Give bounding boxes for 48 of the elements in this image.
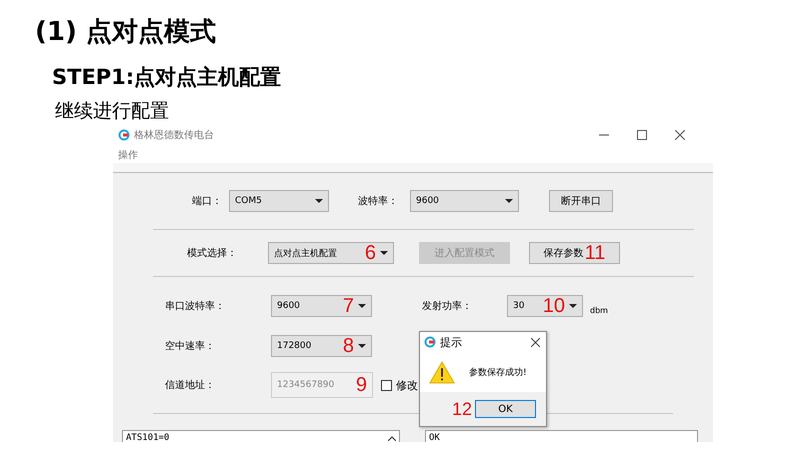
annotation-number: 12 <box>452 399 472 419</box>
field-label: 端口： <box>192 194 223 208</box>
field-label: 信道地址： <box>165 378 216 392</box>
form-button[interactable]: 断开串口 <box>549 190 613 212</box>
close-icon[interactable] <box>531 338 540 346</box>
caret-icon <box>505 199 513 203</box>
caret-icon <box>569 304 577 308</box>
annotation-number: 7 <box>342 296 354 316</box>
dropdown[interactable]: 9600 <box>410 190 519 212</box>
slide-note: 继续进行配置 <box>54 99 170 124</box>
console-textbox[interactable]: ATS101=0 <box>122 430 400 442</box>
menu-item[interactable]: 操作 <box>118 148 138 162</box>
window-title: 格林恩德数传电台 <box>134 128 214 142</box>
app-logo-icon <box>424 336 436 348</box>
dropdown[interactable]: COM5 <box>229 190 329 212</box>
dropdown[interactable]: 30 10 <box>507 295 583 317</box>
checkbox[interactable] <box>381 380 392 390</box>
field-label: 波特率： <box>358 194 399 208</box>
annotation-number: 8 <box>342 336 354 356</box>
dropdown[interactable]: 172800 8 <box>271 335 372 357</box>
form-button[interactable]: 保存参数 11 <box>529 242 620 264</box>
dialog-message: 参数保存成功! <box>469 366 527 378</box>
ok-button[interactable]: OK <box>475 400 536 418</box>
dialog-title: 提示 <box>440 334 462 350</box>
caret-icon <box>315 199 323 203</box>
field-label: 发射功率： <box>422 300 473 313</box>
annotation-number: 9 <box>356 375 367 395</box>
caret-icon <box>358 304 366 308</box>
annotation-number: 11 <box>584 243 606 263</box>
annotation-number: 10 <box>542 296 565 316</box>
maximize-icon[interactable] <box>637 130 647 140</box>
field-label: 空中速率： <box>165 340 216 353</box>
caret-icon <box>380 251 388 255</box>
field-label: 模式选择： <box>187 246 238 260</box>
caret-icon <box>358 344 366 348</box>
scroll-up-icon[interactable] <box>388 436 396 441</box>
close-icon[interactable] <box>675 130 685 140</box>
field-label: 串口波特率： <box>165 300 226 313</box>
app-logo-icon <box>118 129 130 141</box>
dropdown[interactable]: 9600 7 <box>271 295 372 317</box>
slide-heading: (1) 点对点模式 <box>34 16 217 49</box>
warning-icon <box>429 360 455 384</box>
dropdown[interactable]: 点对点主机配置 6 <box>268 242 394 264</box>
checkbox-label: 修改 <box>396 378 418 392</box>
unit-label: dbm <box>590 306 608 314</box>
annotation-number: 6 <box>364 243 376 263</box>
step-heading: STEP1:点对点主机配置 <box>51 64 282 91</box>
console-textbox[interactable]: OK <box>425 430 698 442</box>
